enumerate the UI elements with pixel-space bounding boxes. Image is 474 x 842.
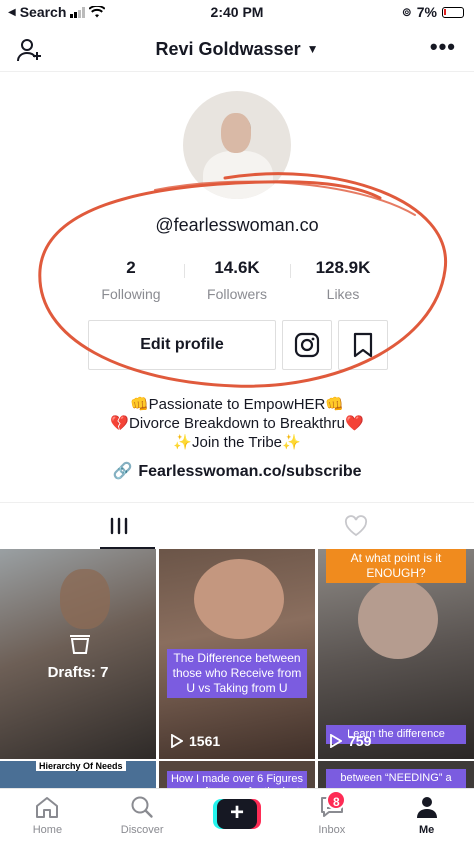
heart-icon xyxy=(344,515,367,537)
profile-actions: Edit profile xyxy=(88,320,388,370)
nav-label: Inbox xyxy=(318,824,346,836)
profile-handle: @fearlesswoman.co xyxy=(155,215,319,235)
stat-value: 2 xyxy=(126,258,136,277)
nav-home[interactable]: Home xyxy=(0,789,95,842)
stat-likes[interactable]: 128.9K Likes xyxy=(290,258,396,306)
battery-icon xyxy=(442,6,464,18)
profile-header: Revi Goldwasser ▼ ••• xyxy=(0,28,474,72)
grid-icon xyxy=(110,517,127,535)
instagram-button[interactable] xyxy=(282,320,332,370)
video-tile[interactable]: How I made over 6 Figures year after yea… xyxy=(159,761,315,788)
avatar-face xyxy=(221,113,251,153)
plus-icon: + xyxy=(216,799,257,829)
content-tabs xyxy=(0,502,474,549)
drafts-tile[interactable]: Drafts: 7 xyxy=(0,549,156,759)
play-icon xyxy=(171,734,183,748)
nav-create[interactable]: + xyxy=(190,789,285,842)
video-tile[interactable]: The Difference between those who Receive… xyxy=(159,549,315,759)
avatar-figure xyxy=(203,151,273,199)
video-caption: Hierarchy Of Needs xyxy=(36,761,126,771)
thumbnail-face xyxy=(194,559,284,639)
video-tile[interactable]: At what point is it ENOUGH? Learn the di… xyxy=(318,549,474,759)
badge-count: 8 xyxy=(326,790,347,810)
inbox-badge: 8 xyxy=(326,790,347,810)
video-caption: The Difference between those who Receive… xyxy=(167,649,307,698)
more-options-icon[interactable]: ••• xyxy=(430,34,456,60)
profile-icon xyxy=(416,797,437,818)
nav-me[interactable]: Me xyxy=(379,789,474,842)
profile-stats: 2 Following 14.6K Followers 128.9K Likes xyxy=(78,258,396,306)
thumbnail-face xyxy=(358,579,438,659)
views-value: 1561 xyxy=(189,733,221,749)
tab-liked[interactable] xyxy=(237,503,474,549)
video-caption: How I made over 6 Figures year after yea… xyxy=(167,771,307,788)
username: Revi Goldwasser xyxy=(155,39,301,59)
tab-videos[interactable] xyxy=(0,503,237,549)
nav-label: Home xyxy=(32,824,63,836)
stat-following[interactable]: 2 Following xyxy=(78,258,184,306)
orientation-lock-icon: ⊚ xyxy=(401,5,412,19)
home-icon xyxy=(36,797,59,818)
nav-inbox[interactable]: Inbox 8 xyxy=(284,789,379,842)
profile-link[interactable]: 🔗 Fearlesswoman.co/subscribe xyxy=(0,461,474,481)
search-icon xyxy=(131,796,153,818)
nav-label: Discover xyxy=(120,824,164,836)
bio-line: 💔Divorce Breakdown to Breakthru❤️ xyxy=(110,415,364,432)
battery-percent: 7% xyxy=(416,4,437,20)
account-switcher[interactable]: Revi Goldwasser ▼ xyxy=(0,39,474,60)
favorites-button[interactable] xyxy=(338,320,388,370)
link-icon: 🔗 xyxy=(112,463,133,480)
stat-label: Likes xyxy=(326,286,360,302)
views-value: 759 xyxy=(348,733,372,749)
view-count: 759 xyxy=(330,733,371,749)
drafts-icon xyxy=(68,633,92,660)
video-caption: At what point is it ENOUGH? xyxy=(326,549,466,583)
thumbnail-figure xyxy=(60,569,110,629)
bio-line: 👊Passionate to EmpowHER👊 xyxy=(129,396,345,413)
stat-label: Followers xyxy=(207,286,267,302)
chevron-down-icon: ▼ xyxy=(306,42,319,56)
edit-profile-button[interactable]: Edit profile xyxy=(88,320,276,370)
stat-label: Following xyxy=(101,286,161,302)
drafts-label: Drafts: 7 xyxy=(47,664,109,681)
bio-line: ✨Join the Tribe✨ xyxy=(173,434,301,451)
nav-discover[interactable]: Discover xyxy=(95,789,190,842)
bookmark-icon xyxy=(353,332,373,358)
profile-bio: 👊Passionate to EmpowHER👊 💔Divorce Breakd… xyxy=(0,395,474,452)
stat-value: 128.9K xyxy=(315,258,371,277)
stat-value: 14.6K xyxy=(214,258,260,277)
avatar[interactable] xyxy=(183,91,291,199)
link-text: Fearlesswoman.co/subscribe xyxy=(138,463,362,480)
play-icon xyxy=(330,734,342,748)
video-tile[interactable]: between “NEEDING” a man xyxy=(318,761,474,788)
video-tile[interactable]: Hierarchy Of Needs xyxy=(0,761,156,788)
bottom-nav: Home Discover + Inbox 8 Me xyxy=(0,788,474,842)
status-bar: ◀ Search 2:40 PM ⊚ 7% xyxy=(0,0,474,24)
create-button[interactable]: + xyxy=(212,799,261,829)
instagram-icon xyxy=(294,332,320,358)
view-count: 1561 xyxy=(171,733,220,749)
nav-label: Me xyxy=(418,824,435,836)
video-caption: between “NEEDING” a man xyxy=(326,769,466,788)
stat-followers[interactable]: 14.6K Followers xyxy=(184,258,290,306)
video-grid: Drafts: 7 The Difference between those w… xyxy=(0,549,474,788)
